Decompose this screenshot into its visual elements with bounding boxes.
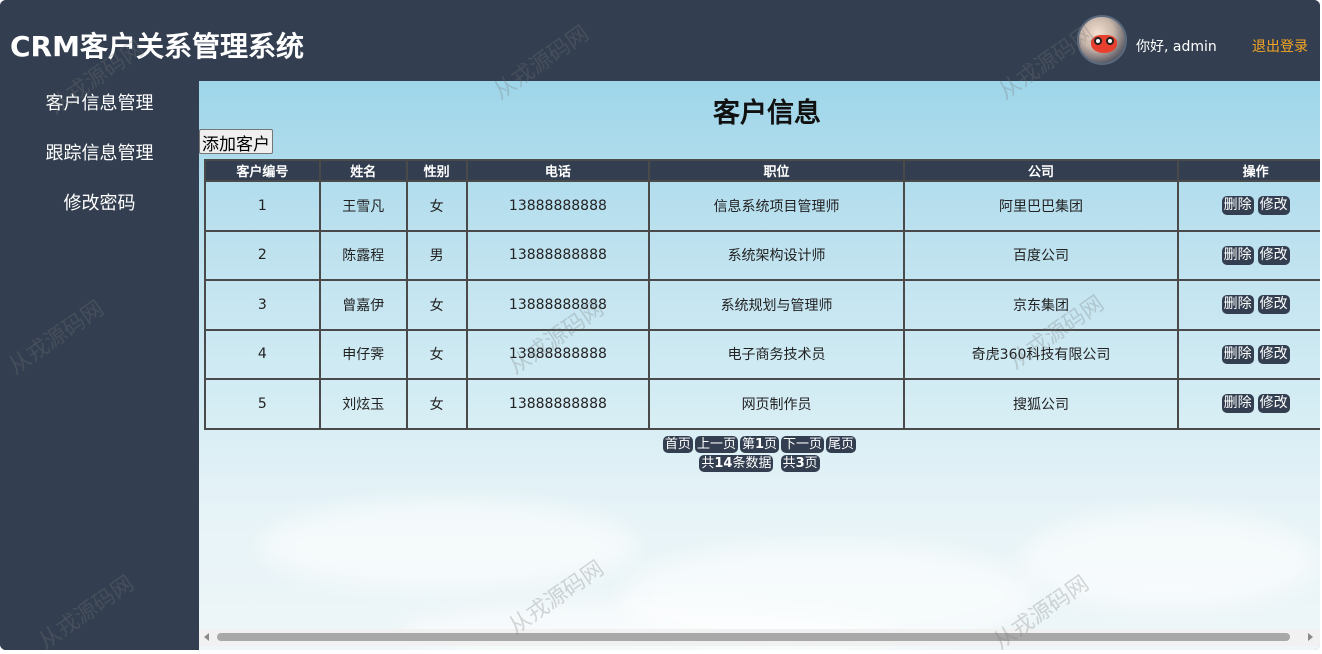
column-header: 职位 [648, 159, 905, 182]
table-row: 4 申仔霁女 13888888888 电子商务技术员 奇虎360科技有限公司 删除 修改 [204, 328, 1320, 380]
delete-button[interactable]: 删除 [1221, 344, 1254, 364]
next-page-button[interactable]: 下一页 [781, 436, 825, 453]
pagination: 首页 上一页 第1页 下一页 尾页 共14条数据 共3页 [199, 433, 1320, 472]
position-cell: 系统架构设计师 [648, 229, 905, 281]
column-header: 电话 [465, 159, 651, 182]
actions-cell: 删除 修改 [1177, 378, 1320, 430]
avatar-eye-icon [1094, 37, 1102, 45]
avatar-eye-icon [1106, 37, 1114, 45]
phone-cell: 13888888888 [465, 378, 651, 430]
table-row: 2 陈露程男 13888888888 系统架构设计师 百度公司 删除 修改 [204, 229, 1320, 281]
avatar [1077, 15, 1127, 65]
total-records-suffix: 条数据 [732, 456, 772, 471]
phone-cell: 13888888888 [465, 229, 651, 281]
prev-page-button[interactable]: 上一页 [694, 436, 738, 453]
gender-cell: 女 [405, 180, 468, 232]
customer-id-cell: 5 [204, 378, 321, 430]
table-row: 5 刘炫玉女 13888888888 网页制作员 搜狐公司 删除 修改 [204, 378, 1320, 430]
company-cell: 搜狐公司 [902, 378, 1180, 430]
app-title: CRM客户关系管理系统 [10, 30, 304, 63]
column-header: 客户编号 [204, 159, 321, 182]
main-content: 客户信息 添加客户 客户编号 姓名 性别 电话 职位 公司 操作 1 王雪凡女 13… [199, 81, 1320, 650]
phone-cell: 13888888888 [465, 279, 651, 331]
top-header: CRM客户关系管理系统 你好, admin 退出登录 [0, 0, 1320, 81]
position-cell: 电子商务技术员 [648, 328, 905, 380]
scroll-right-icon[interactable] [1308, 633, 1313, 641]
gender-cell: 男 [405, 229, 468, 281]
total-records-prefix: 共 [701, 456, 715, 471]
phone-cell: 13888888888 [465, 328, 651, 380]
position-cell: 信息系统项目管理师 [648, 180, 905, 232]
name-cell: 陈露程 [318, 229, 408, 281]
edit-button[interactable]: 修改 [1257, 394, 1290, 414]
edit-button[interactable]: 修改 [1257, 344, 1290, 364]
company-cell: 奇虎360科技有限公司 [902, 328, 1180, 380]
customer-id-cell: 2 [204, 229, 321, 281]
position-cell: 网页制作员 [648, 378, 905, 430]
sidebar-item-change-password[interactable]: 修改密码 [0, 181, 199, 231]
add-customer-button[interactable]: 添加客户 [199, 129, 273, 155]
current-page-number: 1 [754, 437, 765, 452]
horizontal-scrollbar[interactable] [199, 629, 1320, 646]
edit-button[interactable]: 修改 [1257, 196, 1290, 216]
column-header: 姓名 [318, 159, 408, 182]
app-window: CRM客户关系管理系统 你好, admin 退出登录 客户信息管理 跟踪信息管理… [0, 0, 1320, 650]
customer-id-cell: 4 [204, 328, 321, 380]
customer-table: 客户编号 姓名 性别 电话 职位 公司 操作 1 王雪凡女 13888888888 信… [204, 159, 1320, 430]
name-cell: 王雪凡 [318, 180, 408, 232]
actions-cell: 删除 修改 [1177, 279, 1320, 331]
edit-button[interactable]: 修改 [1257, 295, 1290, 315]
actions-cell: 删除 修改 [1177, 328, 1320, 380]
gender-cell: 女 [405, 328, 468, 380]
delete-button[interactable]: 删除 [1221, 394, 1254, 414]
company-cell: 阿里巴巴集团 [902, 180, 1180, 232]
current-page-indicator: 第1页 [739, 436, 780, 453]
scrollbar-thumb[interactable] [217, 633, 1290, 641]
table-row: 1 王雪凡女 13888888888 信息系统项目管理师 阿里巴巴集团 删除 修改 [204, 180, 1320, 232]
gender-cell: 女 [405, 279, 468, 331]
total-records-count: 14 [714, 456, 733, 471]
page-title: 客户信息 [713, 98, 821, 129]
background-cloud [259, 501, 639, 591]
total-records-badge: 共14条数据 [699, 455, 774, 472]
total-pages-badge: 共3页 [780, 455, 820, 472]
last-page-button[interactable]: 尾页 [826, 436, 857, 453]
company-cell: 百度公司 [902, 229, 1180, 281]
column-header: 操作 [1177, 159, 1320, 182]
scroll-left-icon[interactable] [204, 633, 209, 641]
customer-id-cell: 1 [204, 180, 321, 232]
column-header: 公司 [902, 159, 1180, 182]
gender-cell: 女 [405, 378, 468, 430]
phone-cell: 13888888888 [465, 180, 651, 232]
name-cell: 曾嘉伊 [318, 279, 408, 331]
sidebar-item-customer-info[interactable]: 客户信息管理 [0, 81, 199, 131]
column-header: 性别 [405, 159, 468, 182]
first-page-button[interactable]: 首页 [662, 436, 693, 453]
delete-button[interactable]: 删除 [1221, 295, 1254, 315]
logout-link[interactable]: 退出登录 [1252, 36, 1308, 56]
actions-cell: 删除 修改 [1177, 180, 1320, 232]
user-greeting: 你好, admin [1136, 39, 1217, 55]
customer-id-cell: 3 [204, 279, 321, 331]
background-cloud [1019, 511, 1319, 611]
name-cell: 刘炫玉 [318, 378, 408, 430]
delete-button[interactable]: 删除 [1221, 245, 1254, 265]
table-header-row: 客户编号 姓名 性别 电话 职位 公司 操作 [204, 159, 1320, 182]
sidebar-item-tracking-info[interactable]: 跟踪信息管理 [0, 131, 199, 181]
current-page-suffix: 页 [764, 437, 778, 452]
sidebar: 客户信息管理 跟踪信息管理 修改密码 [0, 81, 199, 650]
table-row: 3 曾嘉伊女 13888888888 系统规划与管理师 京东集团 删除 修改 [204, 279, 1320, 331]
total-pages-suffix: 页 [804, 456, 818, 471]
position-cell: 系统规划与管理师 [648, 279, 905, 331]
total-pages-count: 3 [795, 456, 805, 471]
actions-cell: 删除 修改 [1177, 229, 1320, 281]
edit-button[interactable]: 修改 [1257, 245, 1290, 265]
current-page-prefix: 第 [741, 437, 755, 452]
delete-button[interactable]: 删除 [1221, 196, 1254, 216]
company-cell: 京东集团 [902, 279, 1180, 331]
name-cell: 申仔霁 [318, 328, 408, 380]
total-pages-prefix: 共 [782, 456, 796, 471]
